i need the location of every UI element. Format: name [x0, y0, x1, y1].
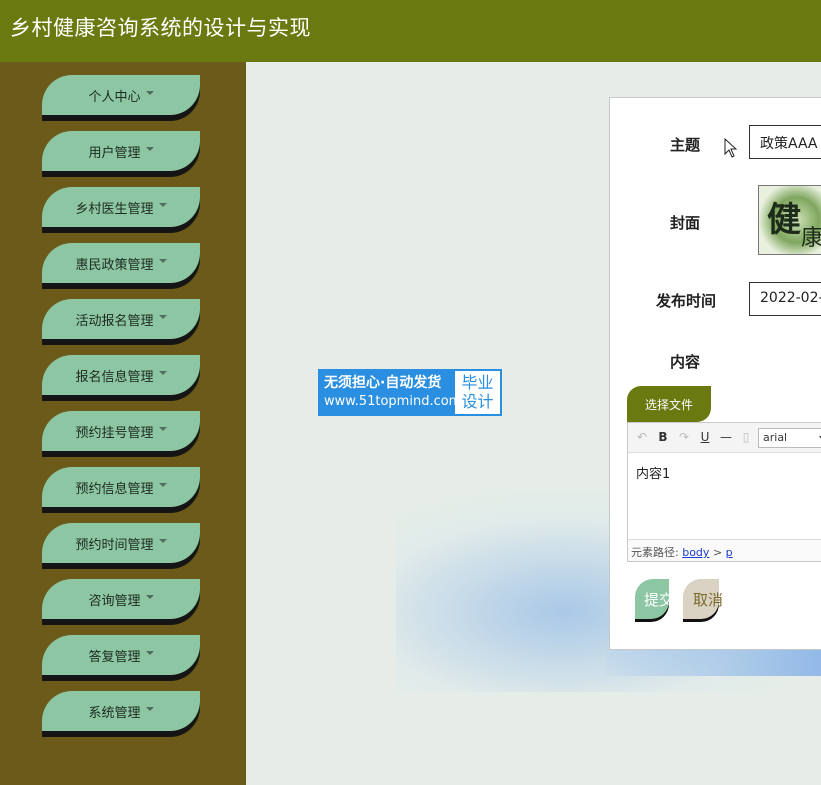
watermark-right-top: 毕业: [461, 373, 494, 392]
sidebar-item-label: 预约信息管理: [75, 481, 154, 497]
watermark-url: www.51topmind.com: [324, 394, 462, 409]
sidebar-item-appointment-time[interactable]: 预约时间管理: [42, 523, 200, 569]
sidebar-item-personal-center[interactable]: 个人中心: [42, 75, 200, 121]
editor-content[interactable]: 内容1: [636, 463, 670, 482]
paste-icon[interactable]: ▯: [738, 429, 754, 445]
cancel-button[interactable]: 取消: [683, 579, 723, 622]
cover-glyph-icon: 健: [767, 200, 801, 240]
edit-form-panel: 主题 政策AAA 封面 健 康 发布时间 2022-02- 内容 选择文件 ↶ …: [609, 97, 821, 650]
sidebar-item-system[interactable]: 系统管理: [42, 691, 200, 737]
caret-down-icon: [158, 203, 167, 207]
path-separator: >: [712, 546, 723, 559]
element-path-bar: 元素路径: body > p: [628, 539, 821, 561]
cover-label: 封面: [670, 214, 701, 232]
sidebar-item-policy-management[interactable]: 惠民政策管理: [42, 243, 200, 289]
sidebar-item-label: 答复管理: [88, 649, 141, 665]
subject-input[interactable]: 政策AAA: [749, 125, 821, 159]
choose-file-button[interactable]: 选择文件: [627, 386, 711, 422]
caret-down-icon: [158, 259, 167, 263]
top-bar: 乡村健康咨询系统的设计与实现: [0, 0, 821, 62]
caret-down-icon: [158, 539, 167, 543]
sidebar-item-appointment-info[interactable]: 预约信息管理: [42, 467, 200, 513]
undo-icon[interactable]: ↶: [634, 429, 650, 445]
horizontal-rule-button[interactable]: —: [718, 429, 734, 445]
submit-button-label: 提交: [635, 579, 669, 619]
font-family-select[interactable]: arial: [758, 428, 821, 448]
subject-label: 主题: [670, 136, 701, 154]
publish-time-label: 发布时间: [656, 292, 717, 310]
sidebar-item-doctor-management[interactable]: 乡村医生管理: [42, 187, 200, 233]
bold-button[interactable]: B: [655, 429, 671, 445]
sidebar-item-label: 乡村医生管理: [75, 201, 154, 217]
sidebar-item-label: 惠民政策管理: [75, 257, 154, 273]
sidebar-item-label: 预约挂号管理: [75, 425, 154, 441]
background-band: [606, 650, 821, 676]
sidebar-item-consultation[interactable]: 咨询管理: [42, 579, 200, 625]
sidebar-item-label: 预约时间管理: [75, 537, 154, 553]
watermark-right-bottom: 设计: [461, 392, 494, 411]
mouse-cursor-icon: [724, 138, 738, 158]
element-path-label: 元素路径:: [631, 546, 679, 559]
sidebar-item-user-management[interactable]: 用户管理: [42, 131, 200, 177]
sidebar-item-reply[interactable]: 答复管理: [42, 635, 200, 681]
caret-down-icon: [145, 707, 154, 711]
sidebar-item-label: 个人中心: [88, 89, 141, 105]
sidebar-item-label: 活动报名管理: [75, 313, 154, 329]
cancel-button-label: 取消: [683, 579, 723, 619]
caret-down-icon: [145, 91, 154, 95]
sidebar-item-label: 用户管理: [88, 145, 141, 161]
font-family-value: arial: [763, 431, 788, 444]
caret-down-icon: [158, 483, 167, 487]
caret-down-icon: [145, 651, 154, 655]
caret-down-icon: [158, 371, 167, 375]
path-p-link[interactable]: p: [726, 546, 733, 559]
content-label: 内容: [670, 353, 701, 371]
publish-time-input[interactable]: 2022-02-: [749, 282, 821, 316]
watermark-line1: 无须担心·自动发货: [324, 375, 442, 391]
redo-icon[interactable]: ↷: [676, 429, 692, 445]
editor-toolbar: ↶ B ↷ U — ▯ arial: [628, 423, 821, 453]
caret-down-icon: [158, 315, 167, 319]
submit-button[interactable]: 提交: [635, 579, 669, 622]
underline-button[interactable]: U: [697, 429, 713, 445]
sidebar-item-registration[interactable]: 预约挂号管理: [42, 411, 200, 457]
sidebar: 个人中心 用户管理 乡村医生管理 惠民政策管理 活动报名管理 报名信息管理 预约…: [0, 62, 246, 785]
sidebar-item-label: 系统管理: [88, 705, 141, 721]
sidebar-item-label: 报名信息管理: [75, 369, 154, 385]
caret-down-icon: [145, 595, 154, 599]
caret-down-icon: [158, 427, 167, 431]
rich-text-editor[interactable]: ↶ B ↷ U — ▯ arial 内容1 元素路径: body > p: [627, 422, 821, 562]
path-body-link[interactable]: body: [682, 546, 709, 559]
sidebar-item-activity-signup[interactable]: 活动报名管理: [42, 299, 200, 345]
cover-glyph-icon: 康: [801, 226, 821, 251]
app-title: 乡村健康咨询系统的设计与实现: [10, 16, 311, 40]
sidebar-item-label: 咨询管理: [88, 593, 141, 609]
caret-down-icon: [145, 147, 154, 151]
cover-image[interactable]: 健 康: [758, 185, 821, 255]
sidebar-item-signup-info[interactable]: 报名信息管理: [42, 355, 200, 401]
watermark-badge: 无须担心·自动发货 www.51topmind.com 毕业 设计: [318, 369, 502, 416]
